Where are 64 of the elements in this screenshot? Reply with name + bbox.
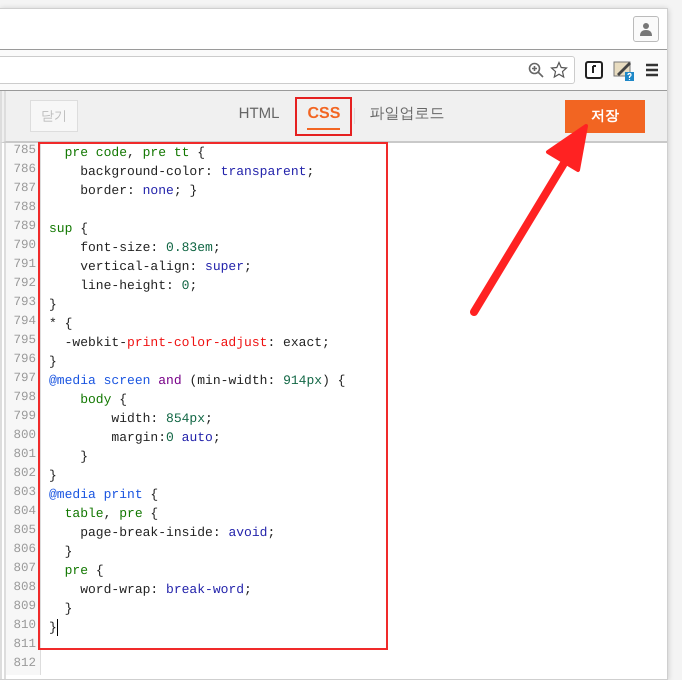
person-icon bbox=[639, 22, 653, 36]
code-line: pre { bbox=[64, 562, 104, 580]
line-number: 798 bbox=[6, 390, 41, 409]
code-line: @media print { bbox=[48, 486, 158, 504]
code-line: } bbox=[64, 543, 72, 561]
line-number: 804 bbox=[6, 504, 41, 523]
code-line: border: none; } bbox=[79, 182, 198, 200]
line-number: 811 bbox=[6, 637, 41, 656]
code-line: } bbox=[64, 600, 72, 618]
line-number: 812 bbox=[6, 656, 41, 675]
line-number: 806 bbox=[6, 542, 41, 561]
code-line: } bbox=[48, 618, 58, 637]
line-number: 807 bbox=[6, 561, 41, 580]
code-line: -webkit-print-color-adjust: exact; bbox=[64, 334, 330, 352]
code-line: margin:0 auto; bbox=[110, 429, 221, 447]
code-line: } bbox=[48, 353, 57, 371]
line-number: 785 bbox=[6, 143, 41, 162]
editor-tab[interactable]: HTML bbox=[226, 97, 292, 135]
line-number: 794 bbox=[6, 314, 41, 333]
code-line: * { bbox=[48, 315, 72, 333]
line-number: 800 bbox=[6, 428, 41, 447]
pencil-extension-icon[interactable] bbox=[613, 59, 635, 81]
line-number: 805 bbox=[6, 523, 41, 542]
zoom-in-icon[interactable] bbox=[528, 62, 544, 78]
line-number: 790 bbox=[6, 238, 41, 257]
line-number: 809 bbox=[6, 599, 41, 618]
editor-tab[interactable]: CSS bbox=[295, 96, 352, 136]
line-number: 789 bbox=[6, 219, 41, 238]
line-number: 792 bbox=[6, 276, 41, 295]
line-number: 793 bbox=[6, 295, 41, 314]
code-line: page-break-inside: avoid; bbox=[79, 524, 276, 542]
code-line: background-color: transparent; bbox=[79, 163, 314, 181]
line-number: 803 bbox=[6, 485, 41, 504]
code-line: } bbox=[48, 467, 57, 485]
line-number: 802 bbox=[6, 466, 41, 485]
line-number: 788 bbox=[6, 200, 41, 219]
code-line: } bbox=[79, 448, 88, 466]
line-number: 808 bbox=[6, 580, 41, 599]
ruler-extension-icon[interactable] bbox=[585, 61, 603, 79]
line-number: 795 bbox=[6, 333, 41, 352]
star-icon[interactable] bbox=[550, 61, 568, 79]
code-line: word-wrap: break-word; bbox=[79, 581, 252, 599]
code-line: } bbox=[48, 296, 57, 314]
line-number: 796 bbox=[6, 352, 41, 371]
code-line: body { bbox=[79, 391, 128, 409]
code-line: sup { bbox=[48, 220, 88, 238]
line-number: 810 bbox=[6, 618, 41, 637]
code-line: @media screen and (min-width: 914px) { bbox=[48, 372, 346, 390]
line-number: 786 bbox=[6, 162, 41, 181]
code-line: table, pre { bbox=[64, 505, 158, 523]
line-number: 797 bbox=[6, 371, 41, 390]
profile-button[interactable] bbox=[633, 16, 659, 42]
code-line: pre code, pre tt { bbox=[64, 144, 206, 162]
menu-icon[interactable] bbox=[645, 63, 659, 77]
line-number: 791 bbox=[6, 257, 41, 276]
code-line: vertical-align: super; bbox=[79, 258, 252, 276]
line-number: 799 bbox=[6, 409, 41, 428]
code-line: width: 854px; bbox=[110, 410, 213, 428]
code-line: font-size: 0.83em; bbox=[79, 239, 221, 257]
line-number: 801 bbox=[6, 447, 41, 466]
line-number: 787 bbox=[6, 181, 41, 200]
code-line: line-height: 0; bbox=[79, 277, 198, 295]
editor-tab[interactable]: 파일업로드 bbox=[357, 96, 456, 136]
save-button[interactable]: 저장 bbox=[565, 100, 645, 132]
